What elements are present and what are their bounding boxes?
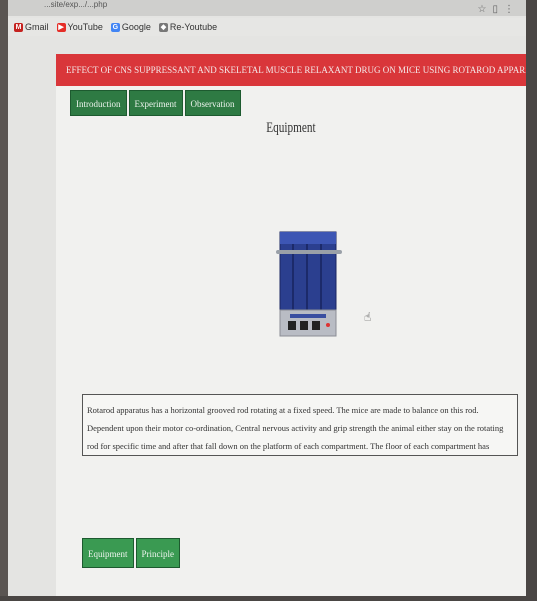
menu-icon[interactable]: ⋮: [504, 4, 520, 15]
gmail-icon: M: [14, 22, 23, 32]
extension-icon[interactable]: ▯: [492, 4, 504, 15]
star-icon[interactable]: ☆: [478, 4, 493, 15]
bookmark-icon: ◆: [158, 22, 168, 32]
bookmark-label: YouTube: [67, 22, 103, 32]
bookmark-re-youtube[interactable]: ◆ Re-Youtube: [158, 22, 218, 32]
monitor-screen: ...site/exp.../...php ☆▯⋮ M Gmail ▶ YouT…: [8, 0, 526, 596]
bookmark-label: Re-Youtube: [169, 22, 218, 32]
youtube-icon: ▶: [56, 22, 66, 32]
lab-page: Effect of CNS suppressant and skeletal m…: [56, 54, 526, 596]
equipment-description: Rotarod apparatus has a horizontal groov…: [82, 394, 518, 456]
page-title: Effect of CNS suppressant and skeletal m…: [56, 54, 526, 86]
tab-introduction[interactable]: Introduction: [70, 90, 127, 116]
bookmarks-bar: M Gmail ▶ YouTube G Google ◆ Re-Youtube: [8, 18, 526, 36]
browser-actions: ☆▯⋮: [478, 4, 520, 15]
monitor-bezel-bottom: [0, 596, 537, 601]
tab-experiment[interactable]: Experiment: [128, 90, 183, 116]
bookmark-label: Gmail: [25, 22, 49, 32]
tab-observation[interactable]: Observation: [184, 90, 241, 116]
tab-bar: Introduction Experiment Observation: [70, 90, 241, 116]
bookmark-label: Google: [121, 22, 151, 32]
bookmark-youtube[interactable]: ▶ YouTube: [56, 22, 103, 32]
address-bar[interactable]: ...site/exp.../...php: [44, 0, 444, 10]
section-heading: Equipment: [266, 120, 316, 136]
equipment-button[interactable]: Equipment: [82, 538, 134, 568]
google-icon: G: [110, 22, 120, 32]
bookmark-google[interactable]: G Google: [110, 22, 151, 32]
browser-toolbar: ...site/exp.../...php ☆▯⋮: [8, 0, 526, 16]
principle-button[interactable]: Principle: [135, 538, 180, 568]
bookmark-gmail[interactable]: M Gmail: [14, 22, 49, 32]
mouse-cursor-icon: ☝: [364, 310, 372, 324]
monitor-bezel: [526, 0, 537, 601]
rotarod-apparatus-image: [276, 231, 342, 337]
bottom-nav: Equipment Principle: [82, 538, 180, 568]
